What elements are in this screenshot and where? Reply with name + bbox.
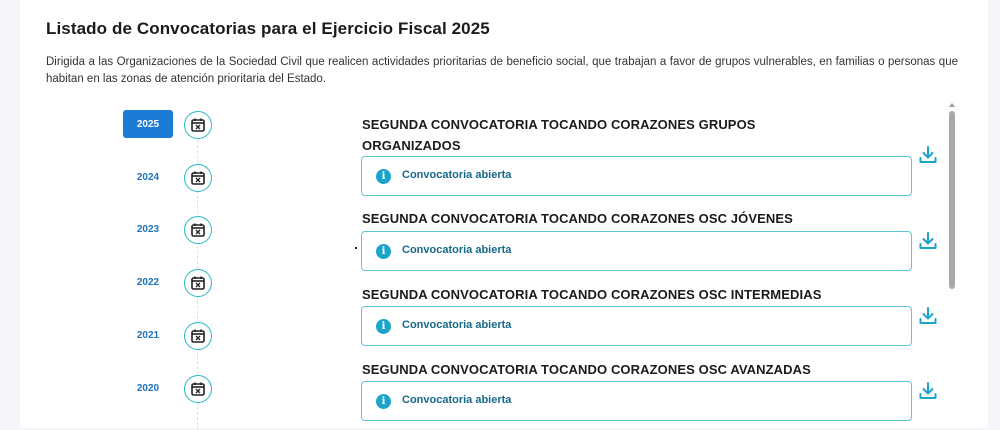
timeline-item-2025: 2025	[0, 110, 220, 140]
calendar-x-icon	[184, 269, 212, 297]
intro-text: Dirigida a las Organizaciones de la Soci…	[46, 56, 958, 85]
calendar-x-icon	[184, 164, 212, 192]
timeline-item-2023: 2023	[0, 215, 220, 245]
year-button-2023[interactable]: 2023	[123, 215, 173, 243]
page-title: Listado de Convocatorias para el Ejercic…	[46, 19, 490, 38]
convocatoria-title: SEGUNDA CONVOCATORIA TOCANDO CORAZONES O…	[362, 362, 811, 377]
calendar-x-icon	[184, 322, 212, 350]
scroll-up-arrow-icon[interactable]	[949, 103, 955, 107]
status-box: i Convocatoria abierta	[361, 381, 912, 421]
calendar-x-icon	[184, 375, 212, 403]
year-button-2020[interactable]: 2020	[123, 374, 173, 402]
info-icon: i	[376, 319, 391, 334]
download-icon	[919, 382, 937, 399]
calendar-x-icon	[184, 111, 212, 139]
convocatoria-title: SEGUNDA CONVOCATORIA TOCANDO CORAZONES O…	[362, 287, 822, 302]
status-box: i Convocatoria abierta	[361, 306, 912, 346]
convocatoria-title: SEGUNDA CONVOCATORIA TOCANDO CORAZONES O…	[362, 211, 793, 226]
download-button[interactable]	[918, 145, 938, 165]
year-button-2024[interactable]: 2024	[123, 163, 173, 191]
stray-dot	[355, 247, 357, 249]
year-button-2022[interactable]: 2022	[123, 268, 173, 296]
download-button[interactable]	[918, 306, 938, 326]
download-icon	[919, 307, 937, 324]
timeline-item-2024: 2024	[0, 163, 220, 193]
status-text: Convocatoria abierta	[402, 169, 512, 181]
info-icon: i	[376, 394, 391, 409]
download-button[interactable]	[918, 381, 938, 401]
status-text: Convocatoria abierta	[402, 394, 512, 406]
status-box: i Convocatoria abierta	[361, 231, 912, 271]
status-text: Convocatoria abierta	[402, 319, 512, 331]
timeline-item-2020: 2020	[0, 374, 220, 404]
info-icon: i	[376, 244, 391, 259]
timeline-item-2022: 2022	[0, 268, 220, 298]
calendar-x-icon	[184, 216, 212, 244]
convocatoria-title: SEGUNDA CONVOCATORIA TOCANDO CORAZONES G…	[362, 117, 756, 153]
download-button[interactable]	[918, 231, 938, 251]
download-icon	[919, 146, 937, 163]
scrollbar[interactable]	[948, 103, 956, 428]
status-box: i Convocatoria abierta	[361, 156, 912, 196]
info-icon: i	[376, 169, 391, 184]
download-icon	[919, 232, 937, 249]
scrollbar-thumb[interactable]	[949, 111, 955, 289]
timeline-item-2021: 2021	[0, 321, 220, 351]
year-button-2021[interactable]: 2021	[123, 321, 173, 349]
status-text: Convocatoria abierta	[402, 244, 512, 256]
year-button-2025[interactable]: 2025	[123, 110, 173, 138]
